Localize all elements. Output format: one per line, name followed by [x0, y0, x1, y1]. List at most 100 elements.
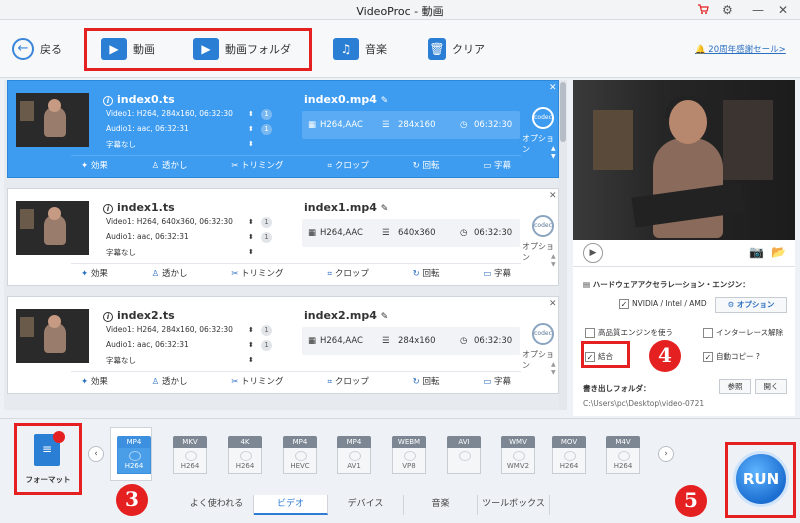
camera-icon[interactable]: 📷	[749, 245, 764, 259]
subtitle-button[interactable]: ▭ 字幕	[483, 159, 511, 171]
remove-item-icon[interactable]: ✕	[549, 299, 557, 309]
next-format-icon[interactable]: ›	[658, 446, 674, 462]
minimize-icon[interactable]: —	[752, 3, 764, 17]
move-up-icon[interactable]: ▲	[551, 361, 556, 368]
format-item-mp4-av1[interactable]: MP4 AV1	[337, 436, 371, 476]
list-item[interactable]: i index0.ts Video1: H264, 284x160, 06:32:…	[7, 80, 559, 178]
move-down-icon[interactable]: ▼	[551, 369, 556, 376]
audio-track-select[interactable]: ⬍	[248, 233, 254, 241]
tab-music[interactable]: 音楽	[404, 495, 478, 515]
codec-gear-icon[interactable]: codec	[532, 215, 554, 237]
list-item[interactable]: i index2.ts Video1: H264, 284x160, 06:32:…	[7, 296, 559, 394]
nvidia-checkbox[interactable]: ✓ NVIDIA / Intel / AMD	[619, 299, 707, 309]
format-item-mov[interactable]: MOV H264	[552, 436, 586, 476]
subtitle-select[interactable]: ⬍	[248, 248, 254, 256]
format-item-avi[interactable]: AVI	[447, 436, 481, 476]
open-folder-icon[interactable]: 📂	[771, 245, 786, 259]
video-icon: ▶	[101, 38, 127, 60]
edit-icon[interactable]: ✎	[381, 312, 389, 322]
file-list: i index0.ts Video1: H264, 284x160, 06:32:…	[4, 80, 564, 410]
back-button[interactable]: ← 戻る	[12, 37, 62, 61]
tab-toolbox[interactable]: ツールボックス	[478, 495, 550, 515]
edit-icon[interactable]: ✎	[381, 204, 389, 214]
prev-format-icon[interactable]: ‹	[88, 446, 104, 462]
close-icon[interactable]: ✕	[778, 3, 788, 17]
chip-icon: ▤	[583, 280, 591, 289]
trim-button[interactable]: ✂ トリミング	[231, 375, 283, 387]
move-down-icon[interactable]: ▼	[551, 261, 556, 268]
highlight-box-merge	[581, 341, 630, 368]
remove-item-icon[interactable]: ✕	[549, 83, 557, 93]
format-item-mp4-h264[interactable]: MP4 H264	[117, 436, 151, 476]
format-item-wmv[interactable]: WMV WMV2	[501, 436, 535, 476]
subtitle-button[interactable]: ▭ 字幕	[483, 267, 511, 279]
remove-item-icon[interactable]: ✕	[549, 191, 557, 201]
format-item-webm[interactable]: WEBM VP8	[392, 436, 426, 476]
output-folder-label: 書き出しフォルダ：	[583, 384, 651, 393]
format-item-mkv[interactable]: MKV H264	[173, 436, 207, 476]
tab-popular[interactable]: よく使われる	[180, 495, 254, 515]
move-up-icon[interactable]: ▲	[551, 253, 556, 260]
move-down-icon[interactable]: ▼	[551, 153, 556, 160]
resolution-icon: ☰	[382, 120, 390, 130]
gear-icon[interactable]: ⚙	[722, 3, 733, 17]
clear-button[interactable]: 🗑 クリア	[428, 37, 485, 61]
open-button[interactable]: 開く	[755, 379, 787, 394]
browse-button[interactable]: 参照	[719, 379, 751, 394]
play-icon[interactable]: ▶	[583, 243, 603, 263]
promo-link[interactable]: 🔔 20周年感謝セール>	[695, 43, 786, 55]
help-icon: ?	[755, 352, 760, 361]
trim-button[interactable]: ✂ トリミング	[231, 267, 283, 279]
effect-button[interactable]: ✦ 効果	[81, 267, 108, 279]
tab-video[interactable]: ビデオ	[254, 495, 328, 515]
resolution-icon: ☰	[382, 336, 390, 346]
auto-copy-checkbox[interactable]: ✓ 自動コピー ?	[703, 351, 760, 362]
video-track-select[interactable]: ⬍	[248, 326, 254, 334]
clear-label: クリア	[452, 43, 485, 56]
crop-button[interactable]: ⌗ クロップ	[327, 375, 369, 387]
run-button[interactable]: RUN	[733, 451, 789, 507]
rotate-button[interactable]: ↻ 回転	[413, 159, 440, 171]
video-track-info: Video1: H264, 284x160, 06:32:30	[106, 109, 233, 118]
option-settings-button[interactable]: ⚙ オプション	[715, 297, 787, 313]
deinterlace-checkbox[interactable]: インターレース解除	[703, 327, 783, 338]
video-track-select[interactable]: ⬍	[248, 218, 254, 226]
scrollbar-thumb[interactable]	[560, 82, 566, 142]
disc-icon	[564, 451, 576, 461]
subtitle-select[interactable]: ⬍	[248, 356, 254, 364]
format-item-4k[interactable]: 4K H264	[228, 436, 262, 476]
move-up-icon[interactable]: ▲	[551, 145, 556, 152]
crop-button[interactable]: ⌗ クロップ	[327, 159, 369, 171]
crop-button[interactable]: ⌗ クロップ	[327, 267, 369, 279]
add-video-folder-button[interactable]: ▶ 動画フォルダ	[193, 37, 291, 61]
video-label: 動画	[133, 43, 155, 56]
tab-device[interactable]: デバイス	[328, 495, 404, 515]
rotate-button[interactable]: ↻ 回転	[413, 375, 440, 387]
hq-engine-checkbox[interactable]: 高品質エンジンを使う	[585, 327, 673, 338]
subtitle-button[interactable]: ▭ 字幕	[483, 375, 511, 387]
watermark-button[interactable]: ♙ 透かし	[152, 159, 188, 171]
video-track-select[interactable]: ⬍	[248, 110, 254, 118]
watermark-button[interactable]: ♙ 透かし	[152, 375, 188, 387]
audio-track-select[interactable]: ⬍	[248, 125, 254, 133]
codec-gear-icon[interactable]: codec	[532, 323, 554, 345]
format-button[interactable]: ≡ フォーマット	[14, 423, 82, 495]
disc-icon	[185, 451, 197, 461]
effect-button[interactable]: ✦ 効果	[81, 159, 108, 171]
add-music-button[interactable]: ♫ 音楽	[333, 37, 387, 61]
format-item-mp4-hevc[interactable]: MP4 HEVC	[283, 436, 317, 476]
format-item-m4v[interactable]: M4V H264	[606, 436, 640, 476]
rotate-button[interactable]: ↻ 回転	[413, 267, 440, 279]
codec-gear-icon[interactable]: codec	[532, 107, 554, 129]
effect-button[interactable]: ✦ 効果	[81, 375, 108, 387]
watermark-button[interactable]: ♙ 透かし	[152, 267, 188, 279]
list-scrollbar[interactable]	[559, 80, 567, 410]
cart-icon[interactable]	[697, 3, 709, 18]
trim-button[interactable]: ✂ トリミング	[231, 159, 283, 171]
add-video-button[interactable]: ▶ 動画	[101, 37, 155, 61]
list-item[interactable]: i index1.ts Video1: H264, 640x360, 06:32:…	[7, 188, 559, 286]
audio-track-select[interactable]: ⬍	[248, 341, 254, 349]
output-name: index0.mp4 ✎	[304, 93, 389, 106]
subtitle-select[interactable]: ⬍	[248, 140, 254, 148]
edit-icon[interactable]: ✎	[381, 96, 389, 106]
